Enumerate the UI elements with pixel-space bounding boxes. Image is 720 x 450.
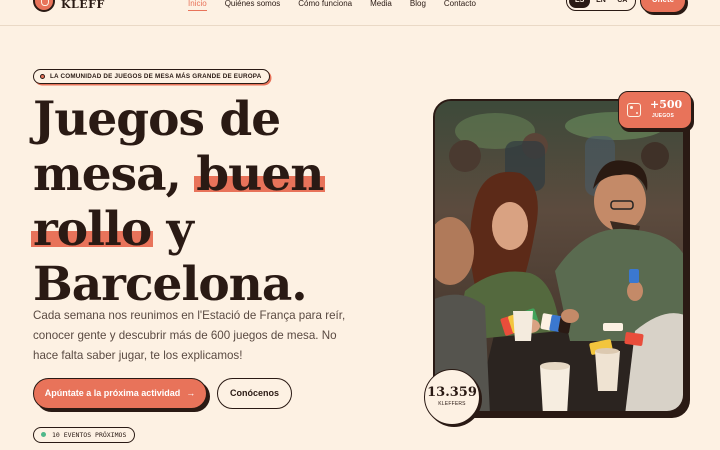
lang-es-option[interactable]: ES <box>569 0 591 8</box>
main-nav: Inicio Quiénes somos Cómo funciona Media… <box>188 0 494 11</box>
signup-activity-label: Apúntate a la próxima actividad <box>44 388 181 398</box>
nav-link-como-funciona[interactable]: Cómo funciona <box>298 0 352 8</box>
status-dot-icon <box>41 432 46 437</box>
lang-ca-option[interactable]: CA <box>612 0 633 8</box>
dice-icon <box>627 103 641 117</box>
headline-word: y <box>166 202 194 257</box>
nav-link-blog[interactable]: Blog <box>410 0 426 8</box>
brand-name[interactable]: KLEFF <box>61 0 105 11</box>
hero-headline: Juegos de mesa, buen rollo y Barcelona. <box>33 92 324 312</box>
lang-en-option[interactable]: EN <box>590 0 611 8</box>
hero-photo <box>433 99 685 413</box>
people-playing-cards-image <box>435 101 683 411</box>
upcoming-events-badge[interactable]: 10 EVENTOS PRÓXIMOS <box>33 427 136 443</box>
members-count-badge: 13.359 KLEFFERS <box>424 369 480 425</box>
badge-dot-icon <box>40 74 45 79</box>
kleff-logo-icon[interactable] <box>33 0 55 12</box>
nav-link-quienes-somos[interactable]: Quiénes somos <box>225 0 281 8</box>
nav-link-contacto[interactable]: Contacto <box>444 0 476 8</box>
nav-link-inicio[interactable]: Inicio <box>188 0 207 11</box>
games-count-badge: +500 JUEGOS <box>618 91 692 129</box>
language-switcher: ES EN CA <box>566 0 636 11</box>
community-badge: LA COMUNIDAD DE JUEGOS DE MESA MÁS GRAND… <box>33 69 271 84</box>
headline-word: Juegos de <box>33 92 281 147</box>
upcoming-events-text: 10 EVENTOS PRÓXIMOS <box>52 431 127 439</box>
join-button[interactable]: Únete <box>640 0 686 13</box>
signup-activity-button[interactable]: Apúntate a la próxima actividad → <box>33 378 207 409</box>
members-label: KLEFFERS <box>438 401 466 407</box>
headline-highlight: rollo <box>33 202 152 257</box>
about-us-button[interactable]: Conócenos <box>217 378 292 409</box>
community-badge-text: LA COMUNIDAD DE JUEGOS DE MESA MÁS GRAND… <box>50 73 262 80</box>
top-navbar: KLEFF Inicio Quiénes somos Cómo funciona… <box>0 0 720 26</box>
headline-highlight: buen <box>196 147 324 202</box>
members-count: 13.359 <box>427 385 477 400</box>
games-label: JUEGOS <box>652 113 675 119</box>
headline-word: mesa, <box>33 147 182 202</box>
nav-link-media[interactable]: Media <box>370 0 392 8</box>
hero-description: Cada semana nos reunimos en l'Estació de… <box>33 309 346 362</box>
arrow-right-icon: → <box>186 388 196 398</box>
games-count: +500 <box>650 98 683 111</box>
headline-word: Barcelona. <box>33 257 308 312</box>
